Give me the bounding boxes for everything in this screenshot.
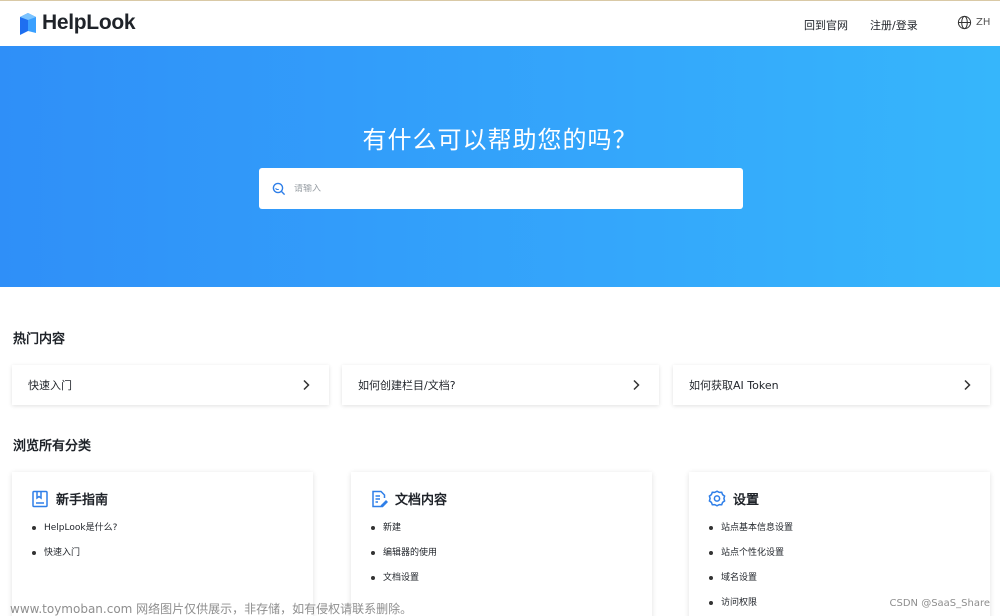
search-icon [272, 182, 286, 195]
category-title: 设置 [733, 493, 760, 508]
article-title: 文档设置 [383, 573, 420, 583]
globe-icon [957, 15, 972, 30]
article-link[interactable]: 访问权限 [709, 597, 793, 616]
article-link[interactable]: 文档设置 [371, 572, 437, 597]
brand-logo[interactable]: HelpLook [18, 11, 136, 35]
hero-banner: 有什么可以帮助您的吗？ [0, 46, 1000, 287]
category-article-list: 新建 编辑器的使用 文档设置 [371, 522, 437, 597]
hero-title: 有什么可以帮助您的吗？ [362, 126, 638, 154]
chevron-right-icon [303, 379, 310, 391]
browse-categories-title: 浏览所有分类 [13, 439, 92, 454]
article-link[interactable]: 快速入门 [32, 547, 117, 572]
article-link[interactable]: 站点个性化设置 [709, 547, 793, 572]
bullet [709, 526, 713, 530]
search-box[interactable] [259, 168, 743, 209]
language-switcher[interactable]: ZH [957, 15, 990, 30]
hot-item-get-ai-token[interactable]: 如何获取AI Token [673, 365, 990, 405]
category-title: 文档内容 [395, 493, 448, 508]
article-title: 站点基本信息设置 [721, 523, 794, 533]
article-title: 站点个性化设置 [721, 548, 785, 558]
article-link[interactable]: HelpLook是什么? [32, 522, 117, 547]
article-title: 编辑器的使用 [383, 548, 438, 558]
helplook-logo-icon [20, 13, 36, 35]
back-to-site-link[interactable]: 回到官网 [804, 17, 848, 33]
category-header[interactable]: 设置 [708, 489, 759, 508]
article-title: 域名设置 [721, 573, 758, 583]
article-link[interactable]: 编辑器的使用 [371, 547, 437, 572]
chevron-right-icon [633, 379, 640, 391]
category-header[interactable]: 文档内容 [370, 489, 447, 508]
document-edit-icon [372, 490, 388, 507]
bullet [709, 576, 713, 580]
category-header[interactable]: 新手指南 [31, 489, 108, 508]
bullet [32, 526, 36, 530]
bullet [32, 551, 36, 555]
category-card-document-content: 文档内容 新建 编辑器的使用 文档设置 [351, 472, 652, 616]
category-title: 新手指南 [56, 493, 109, 508]
hot-content-title: 热门内容 [13, 332, 66, 347]
category-article-list: 站点基本信息设置 站点个性化设置 域名设置 访问权限 [709, 522, 793, 616]
hot-item-create-column-doc[interactable]: 如何创建栏目/文档? [342, 365, 659, 405]
article-link[interactable]: 新建 [371, 522, 437, 547]
chevron-right-icon [964, 379, 971, 391]
hot-item-label: 如何创建栏目/文档? [358, 379, 456, 392]
search-input[interactable] [294, 183, 714, 194]
article-link[interactable]: 站点基本信息设置 [709, 522, 793, 547]
bullet [709, 601, 713, 605]
article-link[interactable]: 域名设置 [709, 572, 793, 597]
article-title: 快速入门 [44, 548, 81, 558]
article-title: 访问权限 [721, 598, 758, 608]
language-label: ZH [976, 17, 991, 28]
register-login-link[interactable]: 注册/登录 [870, 17, 918, 33]
article-title: 新建 [383, 523, 402, 533]
bullet [371, 576, 375, 580]
bullet [709, 551, 713, 555]
category-article-list: HelpLook是什么? 快速入门 [32, 522, 117, 572]
watermark-text-left: www.toymoban.com 网络图片仅供展示，非存储，如有侵权请联系删除。 [10, 602, 413, 616]
hot-item-quick-start[interactable]: 快速入门 [12, 365, 329, 405]
article-title: HelpLook是什么? [44, 523, 118, 533]
bullet [371, 526, 375, 530]
bullet [371, 551, 375, 555]
book-icon [32, 490, 48, 507]
top-header: HelpLook 回到官网 注册/登录 ZH [0, 0, 1000, 46]
brand-name: HelpLook [42, 11, 136, 34]
category-card-settings: 设置 站点基本信息设置 站点个性化设置 域名设置 访问权限 [689, 472, 990, 616]
watermark-text-right: CSDN @SaaS_Share [889, 598, 991, 609]
hot-item-label: 如何获取AI Token [689, 379, 779, 392]
gear-icon [708, 489, 726, 507]
category-card-beginner-guide: 新手指南 HelpLook是什么? 快速入门 [12, 472, 313, 616]
hot-item-label: 快速入门 [28, 379, 72, 392]
